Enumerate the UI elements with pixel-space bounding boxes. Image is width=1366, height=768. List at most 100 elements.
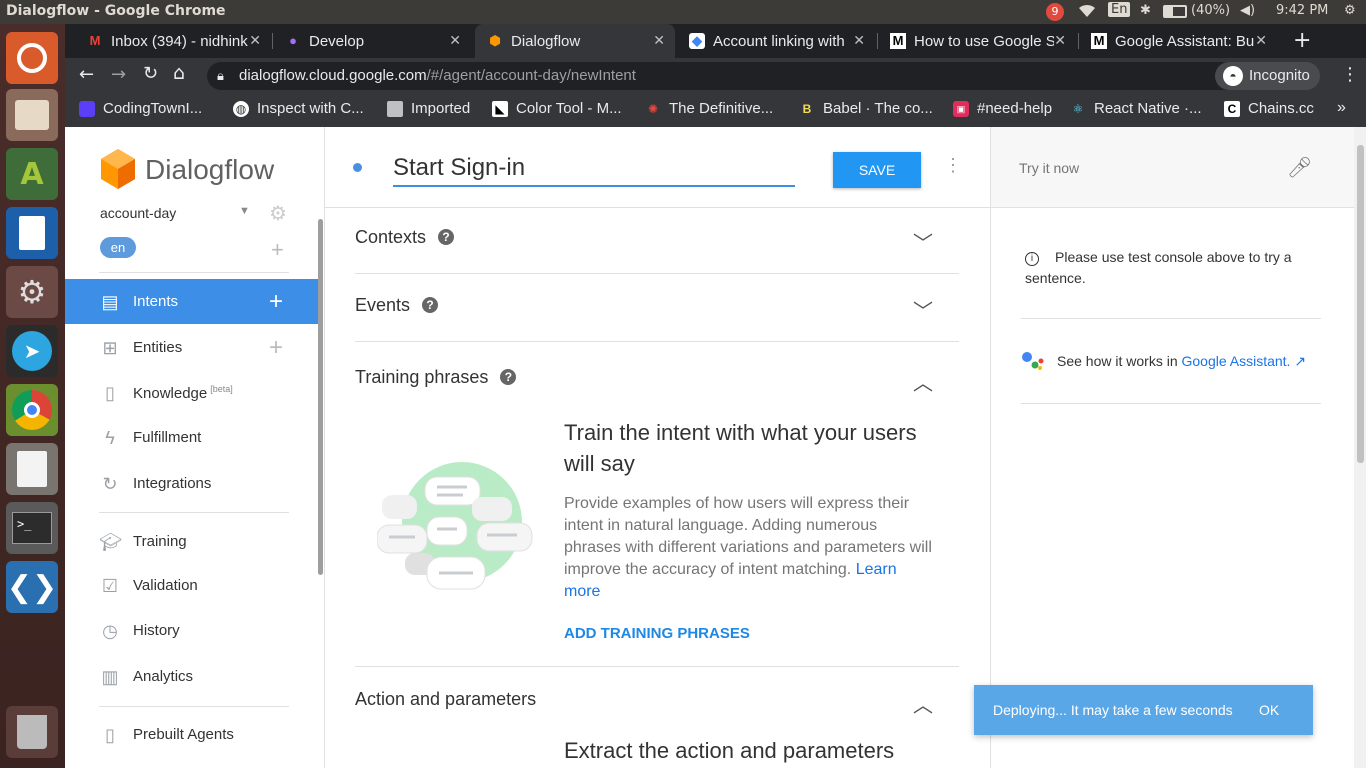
bluetooth-icon[interactable]: ✱: [1140, 3, 1151, 18]
back-icon[interactable]: ←: [79, 64, 94, 85]
add-language-icon[interactable]: +: [271, 237, 284, 263]
files-icon[interactable]: [6, 89, 58, 141]
bookmark-definitive[interactable]: ✺ The Definitive...: [645, 100, 773, 117]
help-icon[interactable]: ?: [500, 369, 517, 385]
settings-icon[interactable]: ⚙: [6, 266, 58, 318]
tab-google-assistant[interactable]: M Google Assistant: Bu ✕: [1079, 24, 1277, 58]
clock[interactable]: 9:42 PM: [1276, 3, 1328, 18]
google-assistant-link[interactable]: Google Assistant.: [1182, 353, 1291, 369]
bookmark-codingtown[interactable]: CodingTownI...: [79, 100, 202, 117]
lock-icon: 🔒︎: [217, 68, 224, 83]
dialogflow-icon: ⬢: [489, 33, 501, 48]
tab-account-linking[interactable]: ◆ Account linking with ✕: [677, 24, 875, 58]
sidebar-item-training[interactable]: 🎓︎ Training: [65, 519, 319, 564]
chevron-down-icon[interactable]: ▼: [239, 205, 250, 217]
sidebar-item-analytics[interactable]: ▥ Analytics: [65, 654, 319, 699]
bookmark-chains[interactable]: C Chains.cc: [1224, 100, 1314, 117]
section-title: Contexts: [355, 227, 427, 247]
chevron-up-icon[interactable]: ︿: [913, 367, 933, 396]
section-training-phrases[interactable]: Training phrases? ︿: [355, 367, 959, 413]
section-contexts[interactable]: Contexts? ﹀: [355, 227, 959, 273]
close-icon[interactable]: ✕: [853, 32, 865, 49]
sidebar-item-knowledge[interactable]: ▯ Knowledge [beta]: [65, 370, 319, 415]
tab-inbox[interactable]: M Inbox (394) - nidhink ✕: [75, 24, 271, 58]
scrollbar-thumb[interactable]: [1357, 145, 1364, 463]
tab-how-to-use[interactable]: M How to use Google S ✕: [878, 24, 1076, 58]
google-assistant-icon: [1022, 352, 1044, 370]
bookmark-icon: ✺: [647, 101, 659, 116]
close-icon[interactable]: ✕: [449, 32, 461, 49]
page-scrollbar[interactable]: [1354, 127, 1366, 768]
bookmark-inspect[interactable]: ◍ Inspect with C...: [233, 100, 364, 117]
help-icon[interactable]: ?: [438, 229, 455, 245]
logo[interactable]: Dialogflow: [99, 147, 274, 193]
sidebar-item-intents[interactable]: ▤ Intents +: [65, 279, 319, 324]
chevron-down-icon[interactable]: ﹀: [913, 295, 933, 324]
forward-icon[interactable]: →: [111, 64, 126, 85]
section-action-parameters[interactable]: Action and parameters ︿: [355, 689, 959, 735]
more-bookmarks-icon[interactable]: »: [1337, 99, 1346, 117]
sidebar-item-validation[interactable]: ☑ Validation: [65, 563, 319, 608]
chrome-icon[interactable]: [6, 384, 58, 436]
sidebar-item-entities[interactable]: ⊞ Entities +: [65, 325, 319, 370]
bookmark-color-tool[interactable]: ◣ Color Tool - M...: [492, 100, 622, 117]
help-icon[interactable]: ?: [422, 297, 439, 313]
bookmark-babel[interactable]: B Babel · The co...: [799, 100, 933, 117]
telegram-icon[interactable]: ➤: [6, 325, 58, 377]
new-tab-icon[interactable]: +: [1293, 28, 1311, 53]
close-icon[interactable]: ✕: [1255, 32, 1267, 49]
entities-icon: ⊞: [102, 337, 118, 358]
incognito-badge[interactable]: ◓ Incognito: [1215, 62, 1320, 90]
medium-icon: M: [890, 33, 906, 49]
home-icon[interactable]: ⌂: [173, 62, 185, 84]
close-icon[interactable]: ✕: [653, 32, 665, 49]
intent-name-input[interactable]: [393, 151, 795, 187]
android-studio-icon[interactable]: A: [6, 148, 58, 200]
add-intent-icon[interactable]: +: [269, 288, 283, 316]
add-training-phrases-button[interactable]: ADD TRAINING PHRASES: [564, 625, 750, 642]
bookmark-label: Inspect with C...: [257, 100, 364, 117]
agent-selector[interactable]: account-day: [100, 205, 176, 221]
text-editor-icon[interactable]: [6, 443, 58, 495]
bookmark-label: React Native ·...: [1094, 100, 1202, 117]
sidebar-item-prebuilt-agents[interactable]: ▯ Prebuilt Agents: [65, 712, 319, 757]
volume-icon[interactable]: ◀): [1240, 3, 1255, 18]
wifi-icon[interactable]: [1077, 3, 1097, 23]
power-icon[interactable]: ⚙: [1344, 3, 1356, 18]
menu-icon[interactable]: ⋮: [1341, 64, 1359, 85]
sidebar-item-fulfillment[interactable]: ϟ Fulfillment: [65, 415, 319, 460]
more-options-icon[interactable]: ⋮: [944, 155, 962, 176]
battery-icon[interactable]: [1163, 5, 1187, 18]
address-bar[interactable]: 🔒︎ dialogflow.cloud.google.com/#/agent/a…: [207, 62, 1269, 90]
language-indicator[interactable]: En: [1108, 2, 1131, 17]
babel-icon: B: [802, 101, 812, 116]
sidebar-item-integrations[interactable]: ↻ Integrations: [65, 461, 319, 506]
add-entity-icon[interactable]: +: [269, 334, 283, 362]
terminal-icon[interactable]: >_: [6, 502, 58, 554]
close-icon[interactable]: ✕: [249, 32, 261, 49]
sidebar-item-history[interactable]: ◷ History: [65, 608, 319, 653]
ubuntu-logo-icon[interactable]: [6, 32, 58, 84]
external-link-icon[interactable]: ↗: [1294, 353, 1306, 369]
close-icon[interactable]: ✕: [1054, 32, 1066, 49]
tab-dialogflow[interactable]: ⬢ Dialogflow ✕: [475, 24, 675, 58]
gear-icon[interactable]: ⚙: [269, 201, 287, 226]
try-it-now-input[interactable]: [1019, 155, 1289, 181]
vscode-icon[interactable]: ❮❯: [6, 561, 58, 613]
bookmark-imported[interactable]: Imported: [387, 100, 470, 117]
bookmark-need-help[interactable]: ▣ #need-help: [953, 100, 1052, 117]
reload-icon[interactable]: ↻: [143, 63, 158, 84]
chevron-up-icon[interactable]: ︿: [913, 689, 933, 718]
save-button[interactable]: SAVE: [833, 152, 921, 188]
bookmark-react-native[interactable]: ⚛ React Native ·...: [1070, 100, 1202, 117]
sidebar-scrollbar[interactable]: [318, 219, 323, 575]
microphone-icon[interactable]: 🎤︎: [1287, 155, 1312, 180]
tab-develop[interactable]: ● Develop ✕: [273, 24, 471, 58]
toast-ok-button[interactable]: OK: [1259, 702, 1279, 718]
notification-badge[interactable]: 9: [1046, 3, 1064, 21]
section-events[interactable]: Events? ﹀: [355, 295, 959, 341]
chevron-down-icon[interactable]: ﹀: [913, 227, 933, 256]
trash-icon[interactable]: [6, 706, 58, 758]
writer-icon[interactable]: [6, 207, 58, 259]
language-chip[interactable]: en: [100, 237, 136, 258]
